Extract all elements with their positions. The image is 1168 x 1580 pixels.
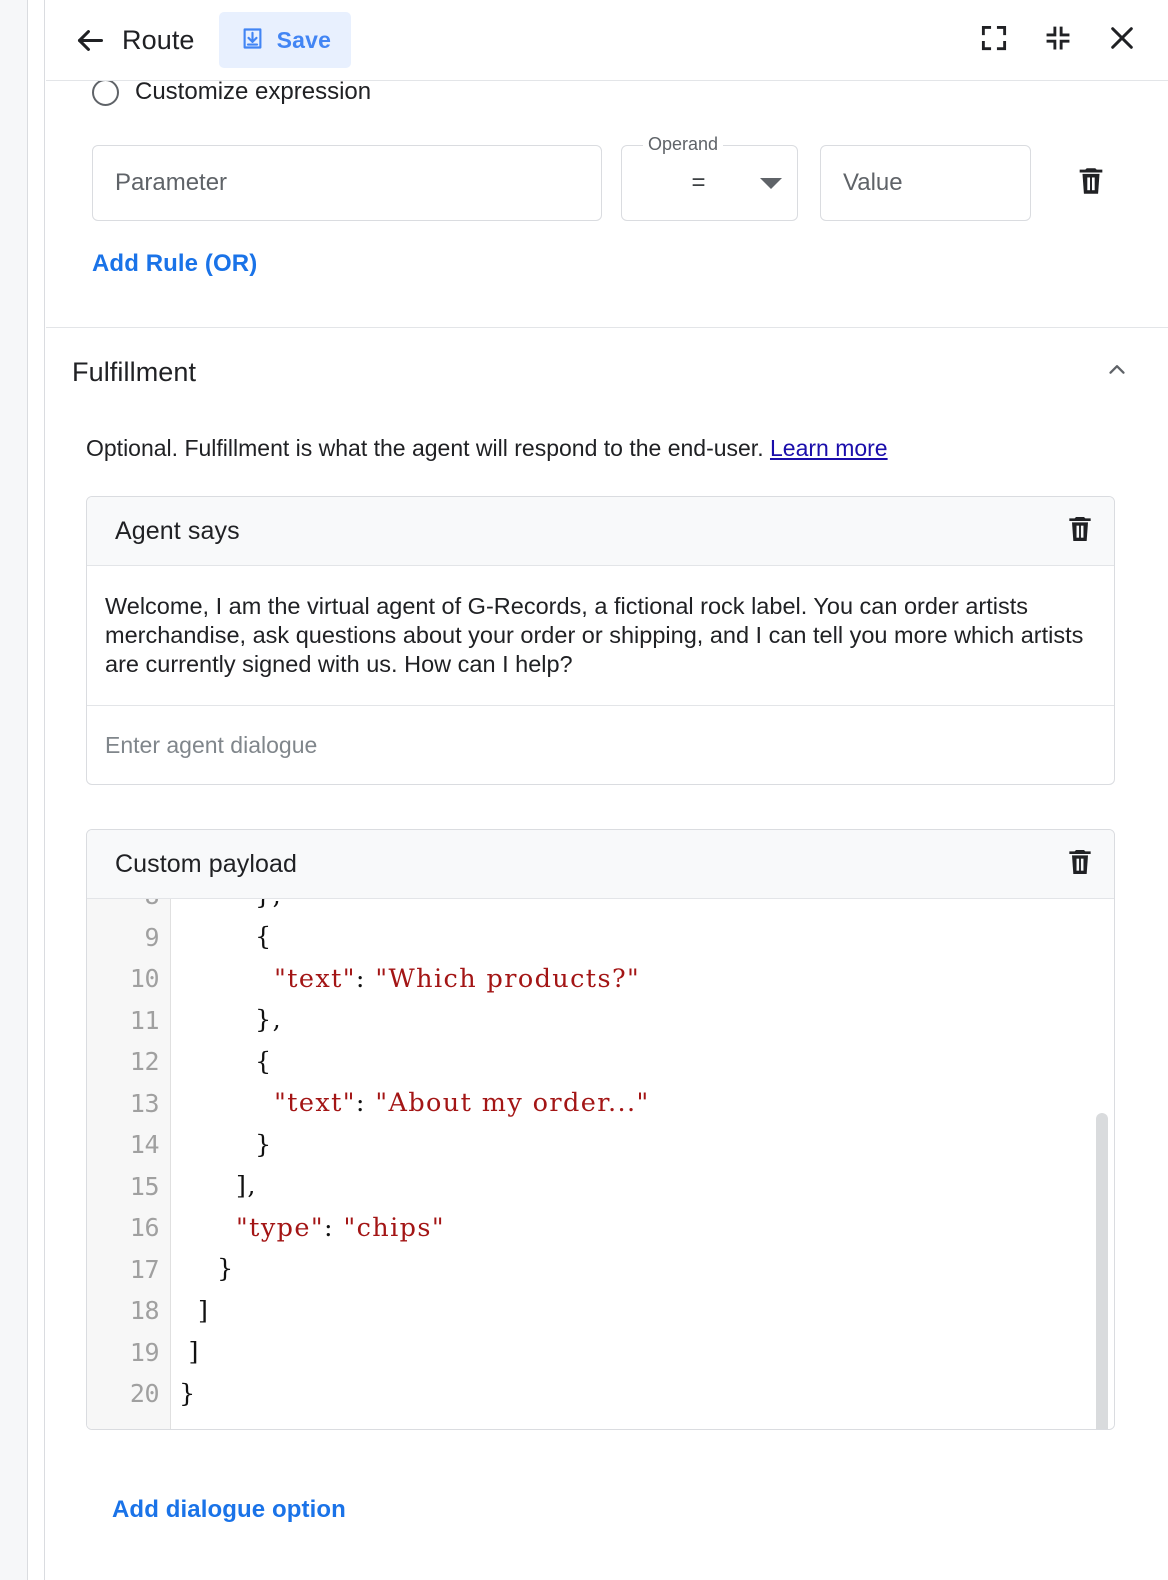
agent-says-card: Agent says Welcome, I am the virtual age… <box>86 496 1115 785</box>
value-input[interactable]: Value <box>820 145 1031 221</box>
condition-section: Customize expression Parameter Operand = <box>46 63 1168 328</box>
panel-scroll-body: Customize expression Parameter Operand = <box>46 0 1168 1580</box>
page-title: Route <box>122 25 195 56</box>
code-line-number: 15 <box>87 1172 171 1201</box>
save-button-label: Save <box>277 27 332 54</box>
code-line-number: 12 <box>87 1047 171 1076</box>
custom-payload-header: Custom payload <box>87 830 1114 899</box>
code-line: 12 { <box>87 1041 1114 1083</box>
custom-payload-card: Custom payload <box>86 829 1115 1430</box>
agent-says-message[interactable]: Welcome, I am the virtual agent of G-Rec… <box>87 566 1114 706</box>
code-line: 18 ] <box>87 1290 1114 1332</box>
parameter-input[interactable]: Parameter <box>92 145 602 221</box>
fullscreen-collapse-button[interactable] <box>1038 20 1078 60</box>
code-line-number: 19 <box>87 1338 171 1367</box>
fullscreen-expand-icon <box>979 23 1009 58</box>
left-background-strip <box>0 0 28 1580</box>
code-line-content: }, <box>171 899 1114 911</box>
code-line: 14 } <box>87 1124 1114 1166</box>
condition-rule-row: Parameter Operand = Value <box>92 145 1144 221</box>
code-line: 16 "type": "chips" <box>87 1207 1114 1249</box>
chevron-down-icon <box>760 178 782 189</box>
save-icon <box>239 25 266 55</box>
code-line-number: 16 <box>87 1213 171 1242</box>
custom-payload-title: Custom payload <box>115 850 297 879</box>
fulfillment-description-text: Optional. Fulfillment is what the agent … <box>86 435 764 461</box>
code-line-content: { <box>171 922 1114 952</box>
editor-vertical-scrollbar[interactable] <box>1096 1113 1108 1429</box>
delete-custom-payload-button[interactable] <box>1064 846 1096 883</box>
add-rule-button[interactable]: Add Rule (OR) <box>92 250 257 278</box>
code-line-content: } <box>171 1130 1114 1160</box>
code-line-content: "text": "About my order..." <box>171 1088 1114 1118</box>
arrow-left-icon <box>74 24 107 57</box>
code-line-number: 10 <box>87 964 171 993</box>
route-panel-screen: Customize expression Parameter Operand = <box>0 0 1168 1580</box>
editor-code-area[interactable]: 8 },9 {10 "text": "Which products?"11 },… <box>87 899 1114 1415</box>
add-dialogue-option-button[interactable]: Add dialogue option <box>112 1496 346 1524</box>
chevron-up-icon[interactable] <box>1104 357 1130 388</box>
code-line: 17 } <box>87 1249 1114 1291</box>
code-line: 20} <box>87 1373 1114 1415</box>
code-line-content: ], <box>171 1171 1114 1201</box>
fullscreen-expand-button[interactable] <box>974 20 1014 60</box>
code-line-number: 13 <box>87 1089 171 1118</box>
code-line-content: } <box>171 1379 1114 1409</box>
route-panel: Customize expression Parameter Operand = <box>46 0 1168 1580</box>
panel-toolbar: Route Save <box>46 0 1168 81</box>
code-line: 11 }, <box>87 1000 1114 1042</box>
code-line: 9 { <box>87 917 1114 959</box>
code-line-number: 17 <box>87 1255 171 1284</box>
code-line-content: { <box>171 1047 1114 1077</box>
code-line: 8 }, <box>87 899 1114 917</box>
code-line: 19 ] <box>87 1332 1114 1374</box>
code-line-content: "type": "chips" <box>171 1213 1114 1243</box>
toolbar-icon-group <box>974 20 1142 60</box>
panel-resize-gutter[interactable] <box>29 0 45 1580</box>
fulfillment-section: Fulfillment Optional. Fulfillment is wha… <box>46 329 1168 1524</box>
code-line-number: 14 <box>87 1130 171 1159</box>
parameter-placeholder: Parameter <box>115 169 227 197</box>
save-button[interactable]: Save <box>219 12 352 68</box>
code-line: 13 "text": "About my order..." <box>87 1083 1114 1125</box>
code-line: 15 ], <box>87 1166 1114 1208</box>
agent-dialogue-placeholder: Enter agent dialogue <box>105 732 317 759</box>
learn-more-link[interactable]: Learn more <box>770 435 888 461</box>
agent-says-title: Agent says <box>115 517 240 546</box>
code-line-content: } <box>171 1254 1114 1284</box>
code-line: 10 "text": "Which products?" <box>87 958 1114 1000</box>
agent-dialogue-input[interactable]: Enter agent dialogue <box>87 706 1114 784</box>
code-line-content: "text": "Which products?" <box>171 964 1114 994</box>
delete-agent-says-button[interactable] <box>1064 513 1096 550</box>
code-line-content: ] <box>171 1296 1114 1326</box>
customize-expression-radio[interactable] <box>92 79 119 106</box>
fulfillment-description: Optional. Fulfillment is what the agent … <box>86 433 1144 463</box>
fulfillment-title: Fulfillment <box>72 357 196 388</box>
code-line-number: 9 <box>87 923 171 952</box>
code-line-number: 11 <box>87 1006 171 1035</box>
operand-select[interactable]: Operand = <box>621 145 798 221</box>
code-line-number: 20 <box>87 1379 171 1408</box>
code-line-number: 8 <box>87 899 171 910</box>
trash-icon <box>1074 164 1108 203</box>
custom-payload-editor[interactable]: 8 },9 {10 "text": "Which products?"11 },… <box>87 899 1114 1429</box>
code-line-number: 18 <box>87 1296 171 1325</box>
agent-says-header: Agent says <box>87 497 1114 566</box>
operand-value: = <box>621 169 760 197</box>
fullscreen-collapse-icon <box>1043 23 1073 58</box>
code-line-content: }, <box>171 1005 1114 1035</box>
customize-expression-label: Customize expression <box>135 78 371 106</box>
code-line-content: ] <box>171 1337 1114 1367</box>
value-placeholder: Value <box>843 169 903 197</box>
back-button[interactable] <box>68 18 112 62</box>
close-button[interactable] <box>1102 20 1142 60</box>
close-icon <box>1106 22 1138 59</box>
delete-rule-button[interactable] <box>1064 145 1118 221</box>
fulfillment-header[interactable]: Fulfillment <box>72 329 1144 415</box>
